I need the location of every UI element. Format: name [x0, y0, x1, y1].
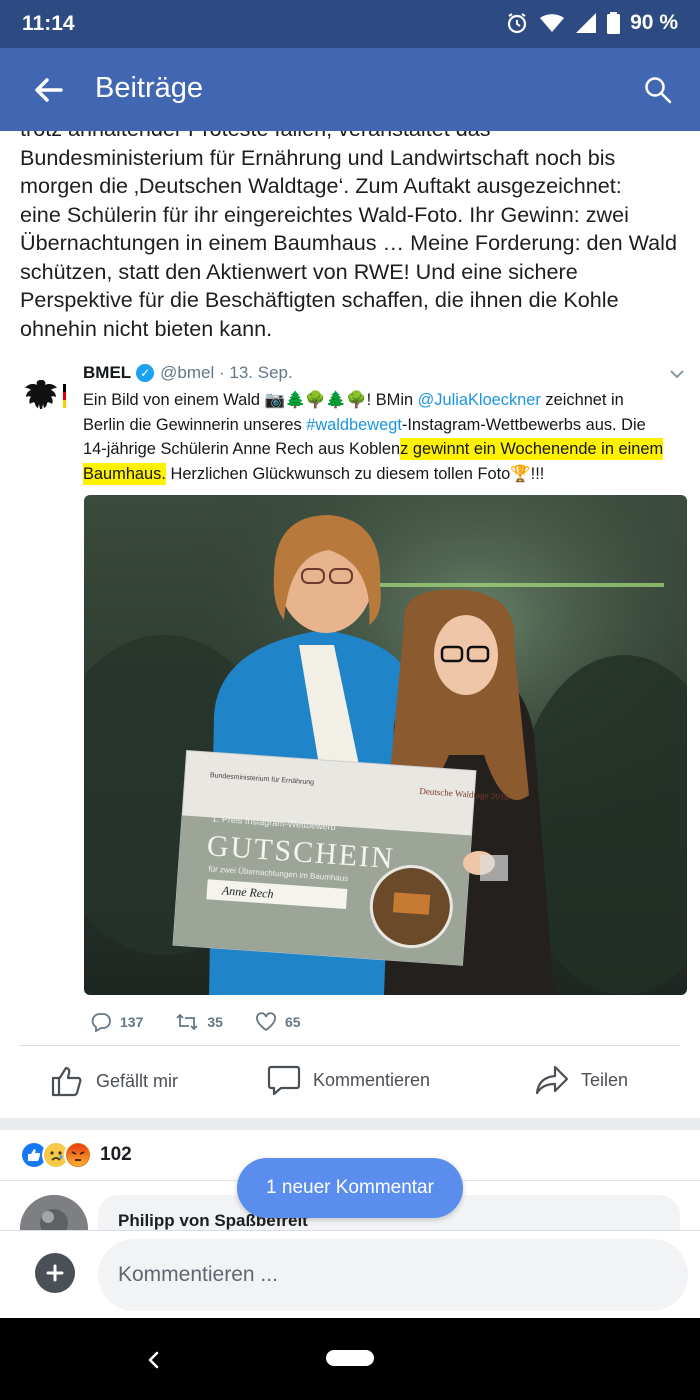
commenter-avatar[interactable]	[20, 1195, 88, 1230]
post-line: Übernachtungen in einem Baumhaus … Meine…	[20, 230, 677, 255]
comment-label: Kommentieren	[313, 1069, 431, 1090]
retweet-icon	[176, 1013, 198, 1031]
post-line: Bundesministerium für Ernährung und Land…	[20, 144, 616, 170]
page-title: Beiträge	[95, 72, 204, 104]
tweet-body: Ein Bild von einem Wald 📷🌲🌳🌲🌳! BMin @Jul…	[83, 388, 688, 486]
chevron-down-icon[interactable]	[669, 366, 685, 384]
like-label: Gefällt mir	[96, 1070, 179, 1091]
battery-percent: 90 %	[630, 11, 678, 34]
battery-icon	[607, 12, 621, 34]
arrow-left-icon	[35, 78, 63, 102]
share-label: Teilen	[581, 1069, 629, 1090]
post-line: schützen, statt den Aktienwert von RWE! …	[20, 258, 578, 284]
tweet-text: Ein Bild von einem Wald 📷🌲🌳🌲🌳! BMin	[83, 391, 418, 409]
post-line: ohnehin nicht bieten kann.	[20, 315, 273, 341]
app-bar: Beiträge	[0, 48, 700, 131]
add-attachment-button[interactable]	[35, 1253, 75, 1293]
tweet-text: Herzlichen Glückwunsch zu diesem tollen …	[165, 464, 545, 483]
tweet-text: 14-jährige Schülerin Anne Rech aus Koble…	[83, 440, 401, 458]
tweet-reply-button[interactable]: 137	[90, 1012, 143, 1032]
status-time: 11:14	[22, 12, 75, 35]
tweet-photo[interactable]: Bundesministerium für Ernährung Deutsche…	[84, 495, 687, 995]
nav-back-button[interactable]	[138, 1345, 168, 1375]
tweet-line: Baumhaus. Herzlichen Glückwunsch zu dies…	[83, 462, 688, 487]
post-line: Perspektive für die Beschäftigten schaff…	[20, 287, 619, 312]
search-button[interactable]	[638, 70, 678, 110]
chevron-left-icon	[148, 1351, 159, 1369]
post-line: eine Schülerin für ihr eingereichtes Wal…	[20, 201, 629, 227]
tweet-header: BMEL ✓ @bmel · 13. Sep.	[83, 363, 293, 383]
like-button[interactable]: Gefällt mir	[50, 1064, 178, 1098]
tweet-retweet-button[interactable]: 35	[175, 1012, 223, 1032]
post-line: trotz anhaltender Proteste fällen, veran…	[20, 131, 690, 144]
tweet-hashtag-link[interactable]: #waldbewegt	[306, 416, 402, 434]
embedded-tweet[interactable]: BMEL ✓ @bmel · 13. Sep. Ein Bild von ein…	[20, 360, 690, 1040]
status-icons: 90 %	[505, 11, 678, 35]
status-bar: 11:14 90 %	[0, 0, 700, 48]
verified-badge-icon: ✓	[136, 364, 155, 382]
tweet-line: Ein Bild von einem Wald 📷🌲🌳🌲🌳! BMin @Jul…	[83, 388, 688, 413]
tweet-like-button[interactable]: 65	[255, 1012, 301, 1032]
highlighted-text: z gewinnt ein Wochenende in einem	[400, 438, 664, 460]
post-line: morgen die ‚Deutschen Waldtage‘. Zum Auf…	[20, 173, 622, 198]
tweet-author-name[interactable]: BMEL	[83, 363, 131, 383]
heart-icon	[256, 1012, 276, 1032]
comment-icon	[267, 1065, 301, 1096]
search-icon	[645, 77, 672, 104]
comment-button[interactable]: Kommentieren	[267, 1064, 430, 1096]
share-icon	[535, 1065, 569, 1095]
back-button[interactable]	[28, 70, 68, 110]
tweet-handle-date[interactable]: @bmel · 13. Sep.	[160, 363, 293, 383]
comment-composer	[0, 1230, 700, 1318]
tweet-line: Berlin die Gewinnerin unseres #waldbeweg…	[83, 413, 688, 438]
reaction-summary[interactable]: 102	[20, 1138, 132, 1172]
post-text: trotz anhaltender Proteste fällen, veran…	[20, 131, 690, 341]
wifi-icon	[539, 12, 565, 34]
post-action-bar: Gefällt mir Kommentieren Teilen	[0, 1046, 700, 1118]
section-separator	[0, 1118, 700, 1130]
tweet-actions: 137 35 65	[90, 1012, 301, 1032]
comment-input[interactable]	[98, 1239, 688, 1311]
share-button[interactable]: Teilen	[535, 1064, 628, 1096]
tweet-mention-link[interactable]: @JuliaKloeckner	[418, 391, 541, 409]
tweet-avatar-eagle-logo[interactable]	[20, 372, 68, 420]
like-count: 65	[284, 1014, 301, 1030]
tweet-text: -Instagram-Wettbewerbs aus. Die	[401, 415, 646, 434]
tweet-line: 14-jährige Schülerin Anne Rech aus Koble…	[83, 437, 688, 462]
thumbs-up-icon	[51, 1066, 82, 1097]
reply-icon	[91, 1013, 111, 1032]
retweet-count: 35	[207, 1014, 223, 1030]
nav-home-button[interactable]	[326, 1350, 374, 1366]
reply-count: 137	[120, 1014, 144, 1030]
signal-icon	[575, 12, 597, 34]
angry-reaction-icon	[64, 1141, 92, 1169]
reaction-count: 102	[100, 1144, 132, 1165]
tweet-text: zeichnet in	[540, 391, 624, 409]
system-nav-bar	[0, 1318, 700, 1400]
new-comment-pill[interactable]: 1 neuer Kommentar	[237, 1158, 463, 1218]
tweet-text: Berlin die Gewinnerin unseres	[83, 415, 307, 434]
post-text-container: trotz anhaltender Proteste fällen, veran…	[0, 131, 700, 341]
alarm-icon	[505, 11, 529, 35]
plus-icon	[46, 1264, 64, 1282]
highlighted-text: Baumhaus.	[83, 462, 166, 485]
